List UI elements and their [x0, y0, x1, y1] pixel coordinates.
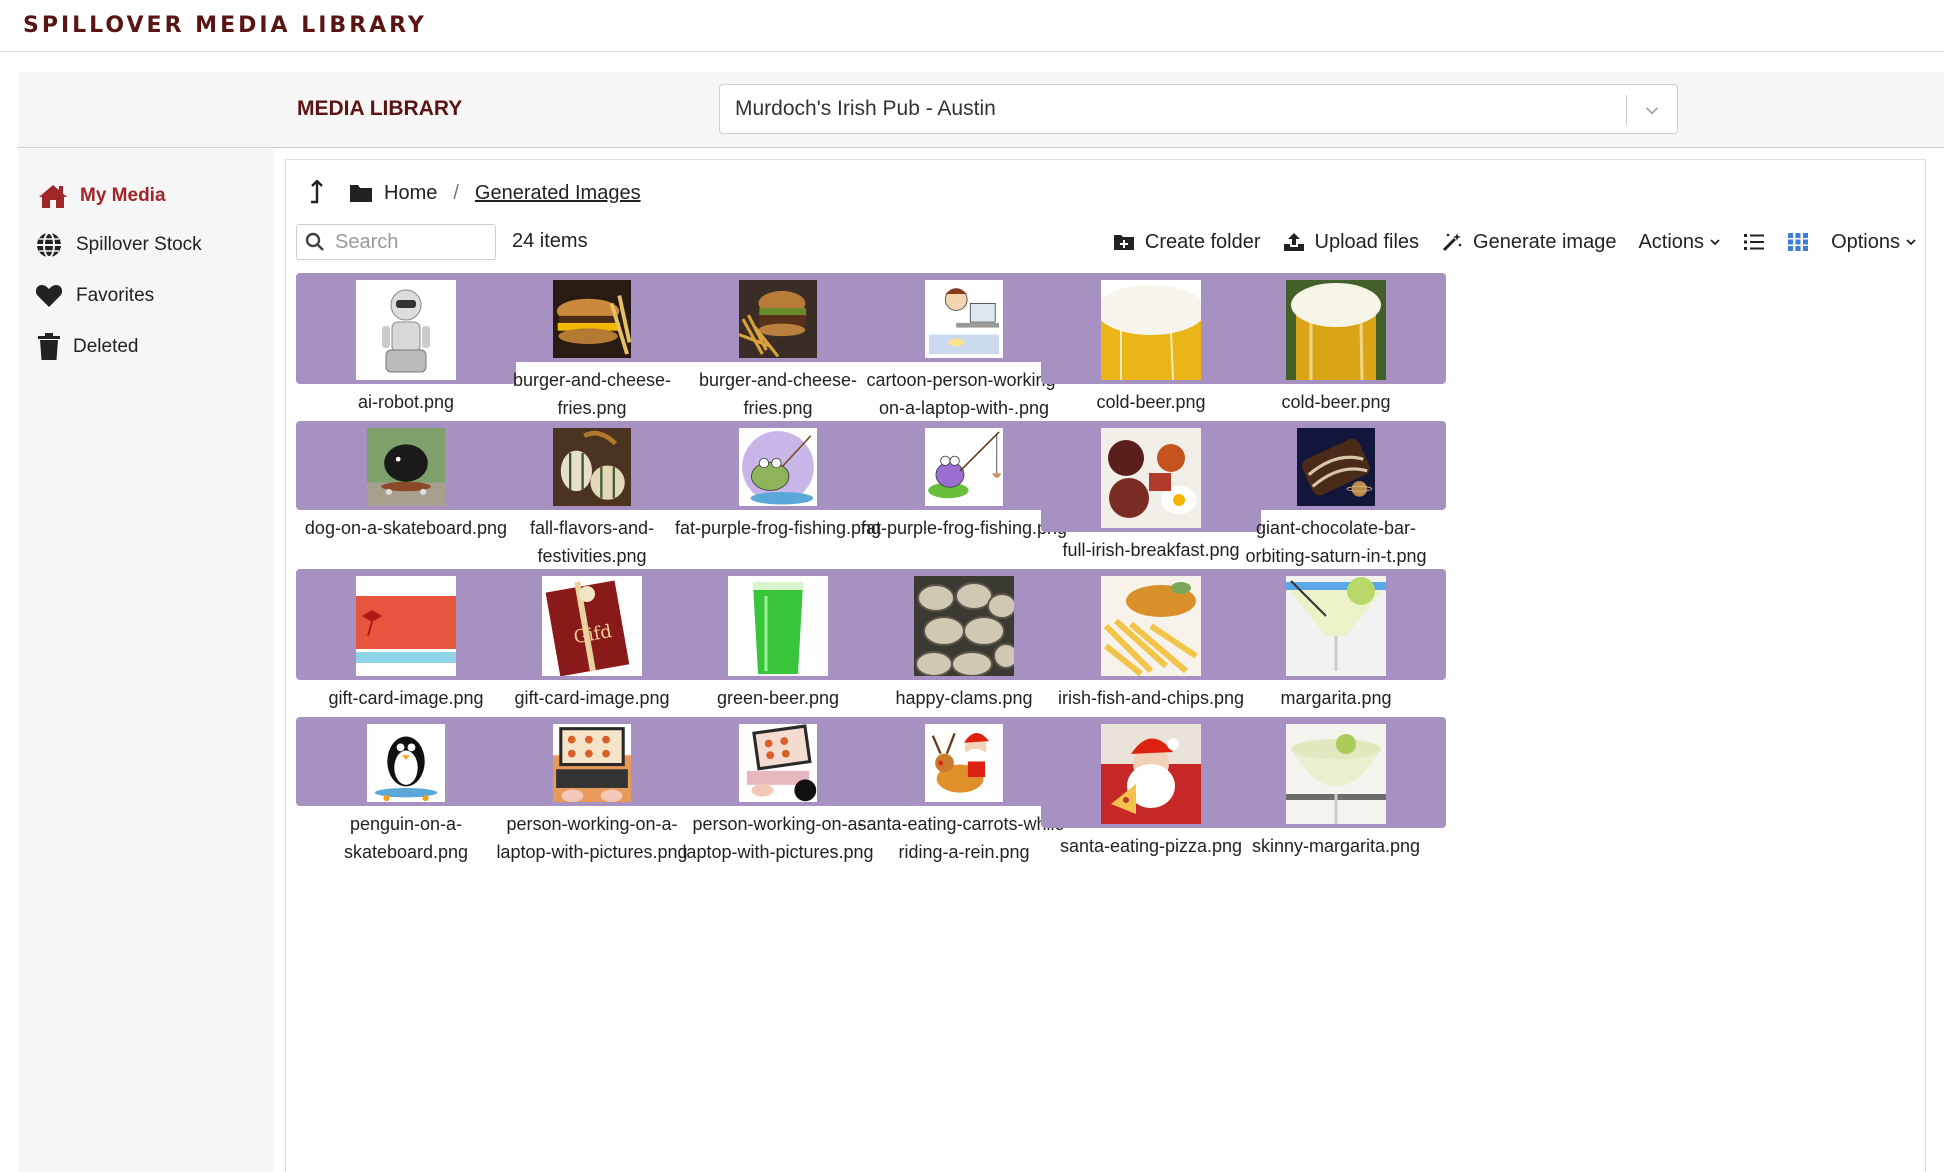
search-icon — [305, 232, 324, 251]
breadcrumb-current[interactable]: Generated Images — [475, 182, 641, 205]
thumbnail-image — [356, 576, 456, 676]
sidebar-item-deleted[interactable]: Deleted — [34, 330, 139, 364]
file-name: giant-chocolate-bar-orbiting-saturn-in-t… — [1245, 518, 1427, 566]
thumbnail-image — [1286, 724, 1386, 824]
thumbnail-image — [739, 428, 817, 506]
options-dropdown[interactable]: Options — [1831, 231, 1917, 254]
chevron-down-icon — [1906, 239, 1916, 246]
thumbnail-image — [1101, 724, 1201, 824]
thumbnail-image — [739, 724, 817, 802]
up-arrow-icon[interactable] — [306, 180, 328, 206]
thumbnail-image — [925, 724, 1003, 802]
thumbnail-image — [1286, 280, 1386, 380]
app-header: SPILLOVER MEDIA LIBRARY — [0, 0, 1944, 52]
thumbnail-frame[interactable] — [1226, 569, 1446, 680]
thumbnail-image — [1101, 280, 1201, 380]
sidebar: My Media Spillover Stock Favorites Delet… — [18, 149, 274, 1172]
magic-wand-icon — [1441, 231, 1463, 253]
thumbnail-image — [914, 576, 1014, 676]
options-label: Options — [1831, 230, 1900, 253]
library-title: MEDIA LIBRARY — [297, 97, 463, 120]
upload-files-label: Upload files — [1314, 230, 1420, 253]
library-bar: MEDIA LIBRARY Murdoch's Irish Pub - Aust… — [18, 72, 1944, 148]
thumbnail-image — [553, 428, 631, 506]
sidebar-item-my-media[interactable]: My Media — [38, 179, 166, 213]
thumbnail-image — [925, 428, 1003, 506]
search-input[interactable] — [335, 230, 485, 254]
sidebar-item-label: My Media — [80, 185, 166, 206]
folder-icon — [350, 185, 372, 202]
media-tile[interactable]: giant-chocolate-bar-orbiting-saturn-in-t… — [1226, 421, 1446, 570]
thumbnail-frame[interactable] — [1226, 421, 1446, 510]
media-tile[interactable]: cold-beer.png — [1226, 273, 1446, 416]
home-icon — [38, 181, 68, 211]
toolbar: 24 items Create folder Upload files Gene… — [296, 224, 1917, 260]
create-folder-button[interactable]: Create folder — [1113, 231, 1261, 254]
thumbnail-image — [1286, 576, 1386, 676]
thumbnail-image: Gifd — [542, 576, 642, 676]
generate-image-button[interactable]: Generate image — [1441, 231, 1616, 254]
breadcrumb-separator: / — [453, 181, 459, 204]
folder-plus-icon — [1113, 231, 1135, 253]
main-panel: Home / Generated Images 24 items Create … — [285, 159, 1926, 1172]
actions-dropdown[interactable]: Actions — [1638, 231, 1721, 254]
thumbnail-frame[interactable] — [1226, 273, 1446, 384]
thumbnail-image — [553, 280, 631, 358]
sidebar-item-label: Favorites — [76, 285, 155, 306]
media-tile[interactable]: margarita.png — [1226, 569, 1446, 712]
chevron-down-icon — [1710, 239, 1720, 246]
actions-label: Actions — [1638, 230, 1705, 253]
list-view-icon[interactable] — [1743, 231, 1765, 253]
chevron-down-icon[interactable] — [1641, 99, 1663, 121]
thumbnail-frame[interactable] — [1226, 717, 1446, 828]
generate-image-label: Generate image — [1473, 230, 1617, 253]
thumbnail-image — [367, 428, 445, 506]
trash-icon — [34, 332, 64, 362]
sidebar-item-spillover-stock[interactable]: Spillover Stock — [34, 228, 202, 262]
search-box[interactable] — [296, 224, 496, 260]
breadcrumb-home[interactable]: Home — [384, 182, 437, 205]
toolbar-actions: Create folder Upload files Generate imag… — [1091, 224, 1917, 260]
thumbnail-image — [356, 280, 456, 380]
breadcrumb: Home / Generated Images — [306, 178, 641, 208]
thumbnail-image — [367, 724, 445, 802]
thumbnail-image — [1101, 576, 1201, 676]
sidebar-item-favorites[interactable]: Favorites — [34, 279, 154, 313]
select-divider — [1626, 95, 1627, 125]
thumbnail-image — [553, 724, 631, 802]
create-folder-label: Create folder — [1144, 230, 1261, 253]
upload-files-button[interactable]: Upload files — [1283, 230, 1420, 254]
thumbnail-image — [925, 280, 1003, 358]
location-select-value: Murdoch's Irish Pub - Austin — [735, 97, 996, 120]
media-tile[interactable]: skinny-margarita.png — [1226, 717, 1446, 860]
item-count: 24 items — [512, 230, 588, 252]
sidebar-item-label: Deleted — [73, 336, 139, 357]
globe-icon — [34, 230, 64, 260]
file-name: margarita.png — [1280, 688, 1392, 708]
app-title: SPILLOVER MEDIA LIBRARY — [23, 13, 427, 38]
sidebar-item-label: Spillover Stock — [76, 234, 202, 255]
thumbnail-image — [728, 576, 828, 676]
thumbnail-image — [1101, 428, 1201, 528]
location-select[interactable]: Murdoch's Irish Pub - Austin — [719, 84, 1678, 134]
thumbnail-image — [739, 280, 817, 358]
upload-icon — [1283, 231, 1305, 253]
file-name: cold-beer.png — [1281, 392, 1391, 412]
file-name: skinny-margarita.png — [1251, 836, 1421, 856]
thumbnail-image — [1297, 428, 1375, 506]
grid-view-icon[interactable] — [1787, 231, 1809, 253]
heart-icon — [34, 281, 64, 311]
